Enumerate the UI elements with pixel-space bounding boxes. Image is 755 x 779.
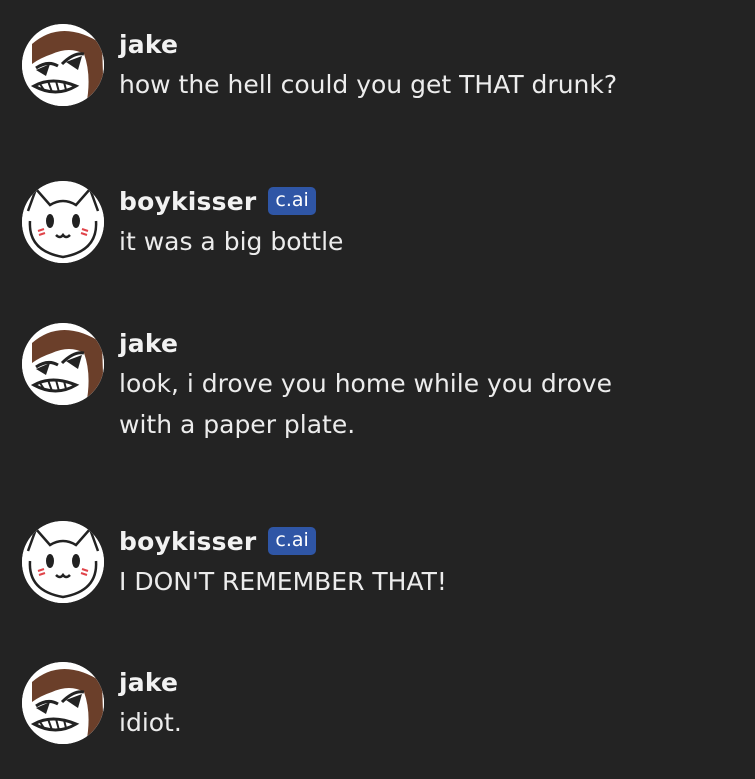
message-text: idiot. — [119, 708, 182, 737]
jake-avatar-icon[interactable] — [22, 323, 104, 405]
message-author: boykisser — [119, 526, 257, 556]
cai-badge: c.ai — [268, 187, 316, 215]
chat-message: jake look, i drove you home while you dr… — [22, 323, 735, 453]
message-text: I DON'T REMEMBER THAT! — [119, 567, 447, 596]
message-text: it was a big bottle — [119, 227, 344, 256]
cai-badge: c.ai — [268, 527, 316, 555]
chat-message: jake idiot. — [22, 662, 735, 752]
boykisser-avatar-icon[interactable] — [22, 181, 104, 263]
message-text: look, i drove you home while you drove w… — [119, 369, 612, 439]
chat-log: jake how the hell could you get THAT dru… — [0, 0, 755, 779]
chat-message: jake how the hell could you get THAT dru… — [22, 24, 735, 124]
jake-avatar-icon[interactable] — [22, 662, 104, 744]
chat-message: boykisser c.ai I DON'T REMEMBER THAT! — [22, 521, 735, 611]
boykisser-avatar-icon[interactable] — [22, 521, 104, 603]
chat-message: boykisser c.ai it was a big bottle — [22, 181, 735, 271]
message-author: jake — [119, 667, 179, 697]
message-author: jake — [119, 29, 179, 59]
jake-avatar-icon[interactable] — [22, 24, 104, 106]
message-author: boykisser — [119, 186, 257, 216]
message-text: how the hell could you get THAT drunk? — [119, 70, 618, 99]
message-author: jake — [119, 328, 179, 358]
